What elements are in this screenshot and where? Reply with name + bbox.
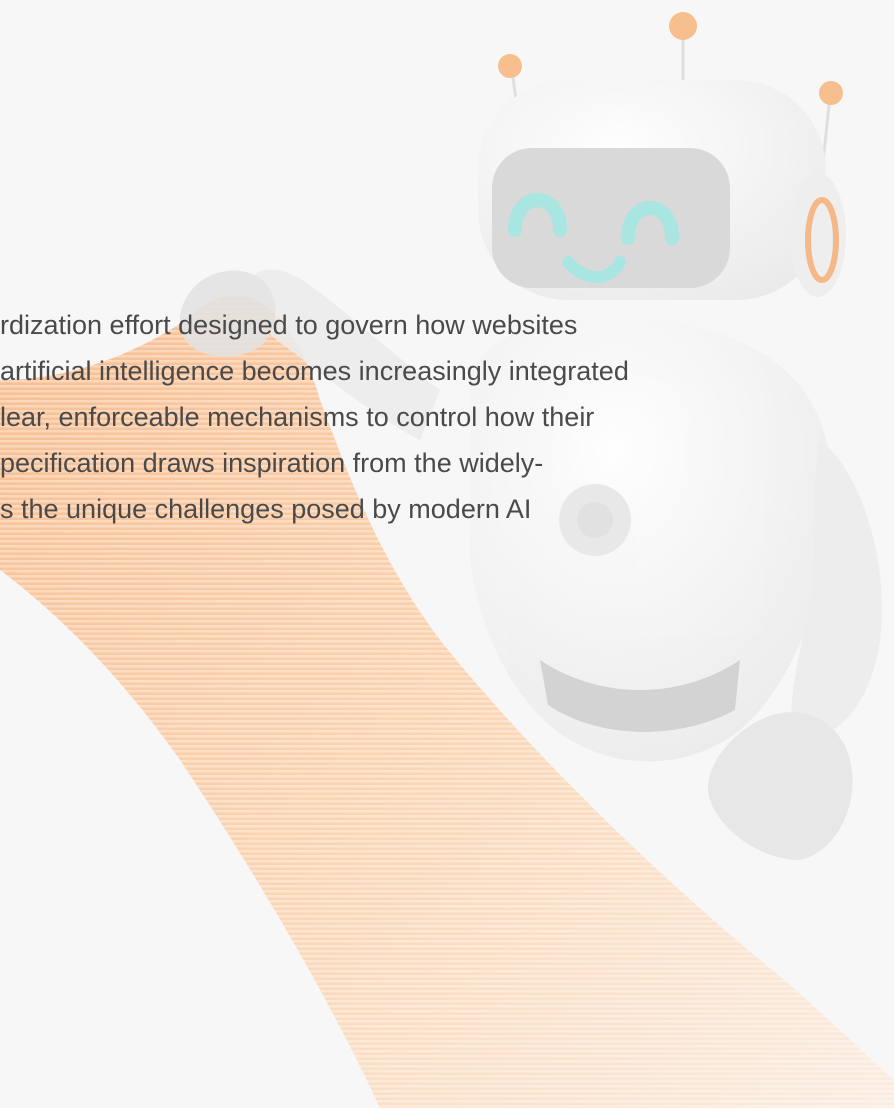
intro-line: s the unique challenges posed by modern … [0, 494, 532, 524]
intro-paragraph: rdization effort designed to govern how … [0, 300, 894, 600]
intro-line: pecification draws inspiration from the … [0, 448, 544, 478]
page: rdization effort designed to govern how … [0, 0, 894, 1108]
intro-line: lear, enforceable mechanisms to control … [0, 402, 595, 432]
intro-line: rdization effort designed to govern how … [0, 310, 578, 340]
intro-line: artificial intelligence becomes increasi… [0, 356, 629, 386]
